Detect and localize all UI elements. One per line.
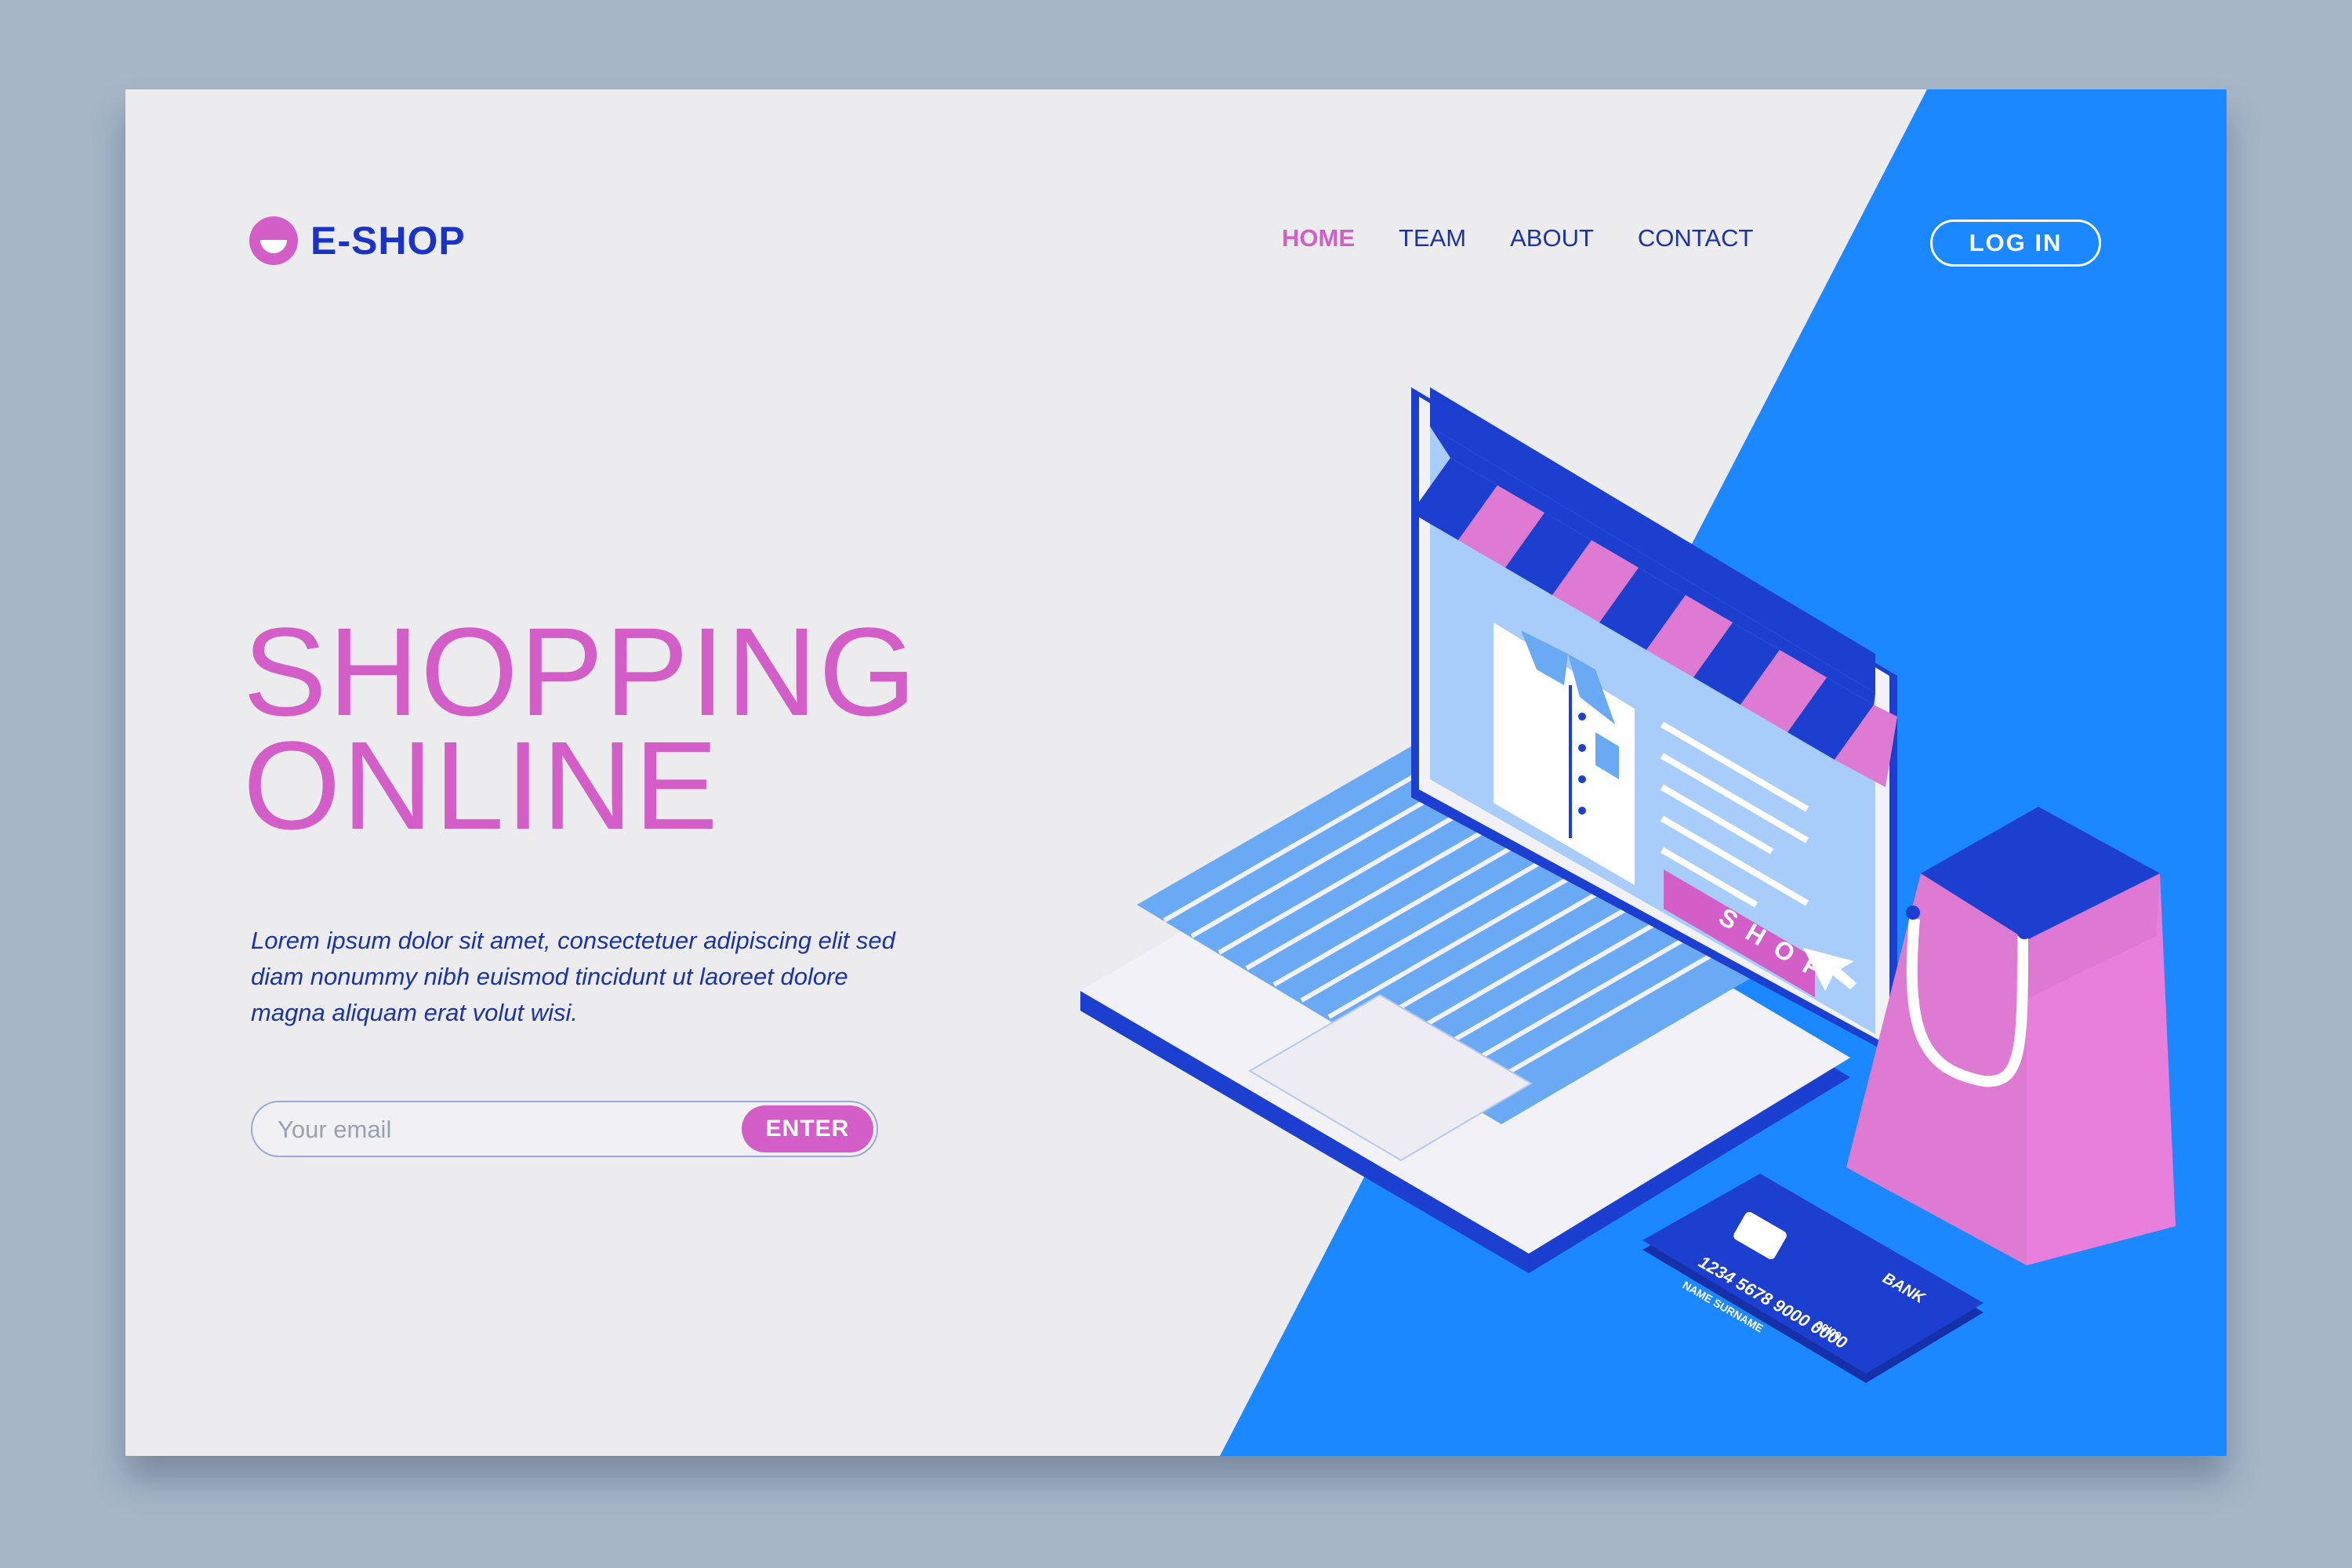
- nav-contact[interactable]: CONTACT: [1638, 224, 1754, 252]
- email-subscribe-form: ENTER: [251, 1101, 878, 1157]
- landing-page: SHOP 1234 5678 9000 0000 NAME SURNAME BA: [125, 89, 2227, 1456]
- email-input[interactable]: [276, 1110, 687, 1149]
- login-button[interactable]: LOG IN: [1930, 220, 2101, 267]
- logo-text: E-SHOP: [310, 219, 466, 263]
- logo[interactable]: E-SHOP: [249, 216, 466, 265]
- enter-button[interactable]: ENTER: [742, 1105, 873, 1152]
- hero-description: Lorem ipsum dolor sit amet, consectetuer…: [251, 927, 895, 1026]
- nav-home[interactable]: HOME: [1282, 224, 1355, 252]
- smile-logo-icon: [249, 216, 298, 265]
- hero-title-line2: ONLINE: [243, 715, 720, 855]
- nav-team[interactable]: TEAM: [1399, 224, 1466, 252]
- hero-title: SHOPPING ONLINE: [243, 601, 918, 855]
- nav-about[interactable]: ABOUT: [1510, 224, 1594, 252]
- hero-title-line1: SHOPPING: [243, 601, 918, 742]
- main-nav: HOME TEAM ABOUT CONTACT: [1282, 224, 1753, 252]
